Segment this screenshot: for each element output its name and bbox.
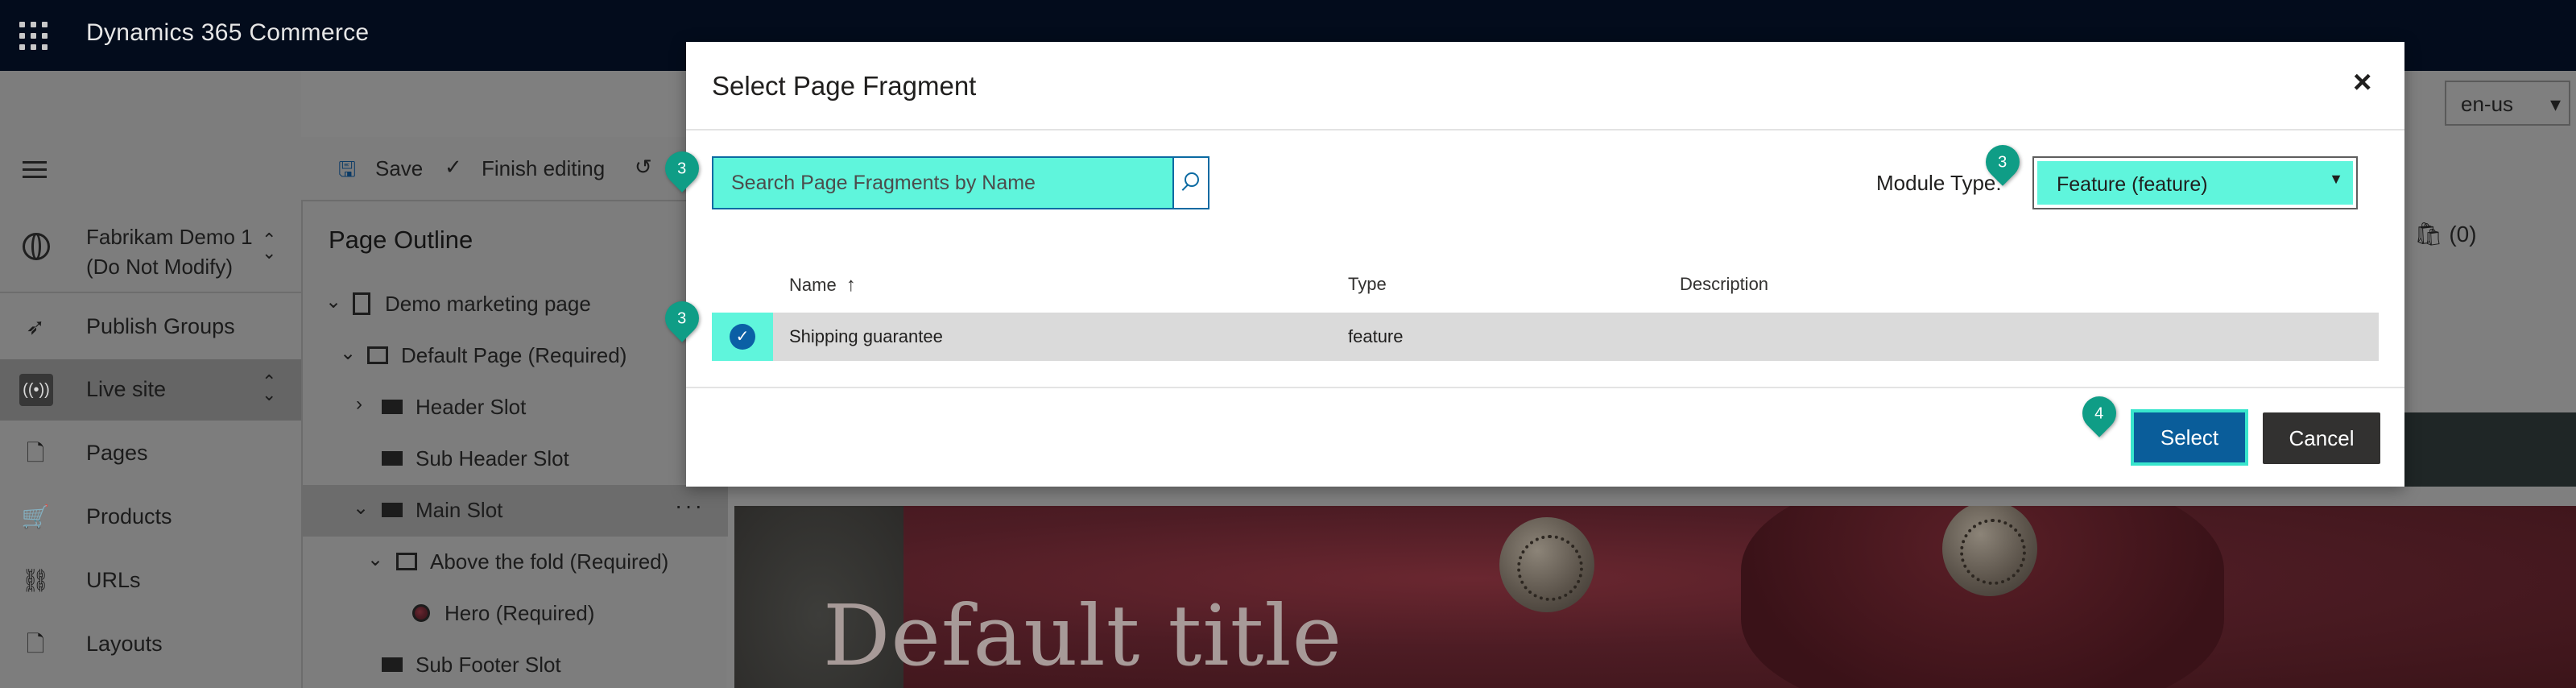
chevron-updown-icon: ⌃ ⌄ (262, 371, 277, 404)
locale-dropdown[interactable]: en-us ▾ (2445, 81, 2570, 126)
locale-value: en-us (2461, 92, 2514, 116)
checkmark-icon: ✓ (730, 324, 755, 350)
outline-title: Page Outline (329, 226, 473, 254)
cell-name: Shipping guarantee (789, 326, 943, 346)
slot-icon (382, 657, 403, 672)
nav-item-live-site[interactable]: ((•)) Live site ⌃ ⌄ (0, 359, 301, 421)
chevron-down-icon[interactable]: ⌄ (325, 290, 341, 313)
globe-icon (23, 233, 50, 260)
nav-label: Pages (86, 441, 148, 465)
link-icon: ⛓ (21, 568, 50, 593)
module-type-value: Feature (feature) (2057, 173, 2208, 196)
save-button[interactable]: Save (375, 156, 423, 181)
nav-divider (0, 292, 301, 293)
column-header-description[interactable]: Description (1680, 274, 1768, 295)
select-page-fragment-dialog: Select Page Fragment × Module Type: Feat… (686, 42, 2404, 487)
nav-label: Live site (86, 377, 167, 401)
tree-row[interactable]: ⌄ Above the fold (Required) (303, 537, 728, 588)
app-title: Dynamics 365 Commerce (86, 19, 370, 46)
nav-label: URLs (86, 568, 141, 592)
broadcast-icon: ((•)) (19, 374, 53, 406)
site-selector[interactable]: Fabrikam Demo 1 (Do Not Modify) ⌃ ⌄ (0, 211, 301, 290)
nav-item-layouts[interactable]: 🗋 Layouts (0, 614, 301, 675)
layout-icon: 🗋 (26, 632, 45, 657)
module-type-label: Module Type: (1876, 171, 2002, 195)
container-icon (396, 553, 417, 570)
module-icon (412, 604, 430, 622)
tree-row[interactable]: ⌄ Demo marketing page (303, 279, 728, 330)
tree-row[interactable]: › Header Slot (303, 382, 728, 433)
editor-toolbar: 🖫 Save ✓ Finish editing ↺ (301, 137, 726, 201)
tree-row[interactable]: ⌄ Default Page (Required) (303, 330, 728, 382)
dialog-title: Select Page Fragment (712, 71, 977, 101)
chevron-updown-icon: ⌃ ⌄ (262, 230, 277, 263)
chevron-down-icon[interactable]: ⌄ (367, 548, 383, 571)
chevron-down-icon[interactable]: ⌄ (353, 496, 369, 520)
search-input[interactable] (713, 158, 1172, 208)
more-options-icon[interactable]: ··· (675, 493, 705, 519)
finish-editing-button[interactable]: Finish editing (482, 156, 605, 181)
app-launcher-icon[interactable] (19, 22, 48, 51)
cart-indicator[interactable]: 🛍 (0) (2414, 221, 2477, 247)
save-icon: 🖫 (338, 157, 357, 181)
tree-row[interactable]: Sub Header Slot (303, 433, 728, 485)
chevron-down-icon: ▾ (2549, 92, 2561, 116)
nav-item-urls[interactable]: ⛓ URLs (0, 550, 301, 611)
nav-label: Products (86, 504, 172, 528)
hamburger-icon[interactable] (23, 161, 47, 183)
chevron-down-icon[interactable]: ⌄ (340, 342, 356, 365)
undo-icon[interactable]: ↺ (635, 155, 652, 180)
banner-strip (2404, 412, 2576, 487)
module-type-select[interactable]: Feature (feature) ▼ (2032, 156, 2358, 209)
page-icon (353, 292, 370, 315)
tree-row-selected[interactable]: ⌄ Main Slot ··· (303, 485, 728, 537)
close-icon[interactable]: × (2353, 66, 2371, 98)
nav-item-publish-groups[interactable]: ➶ Publish Groups (0, 296, 301, 358)
table-row[interactable]: ✓ Shipping guarantee feature (712, 313, 2379, 361)
search-box (712, 156, 1209, 209)
row-checkbox-cell[interactable]: ✓ (712, 313, 773, 361)
cart-icon: 🛒 (21, 504, 50, 529)
check-icon: ✓ (444, 155, 462, 179)
coat-button (1499, 517, 1594, 612)
bag-icon: 🛍 (2414, 222, 2443, 247)
dialog-header: Select Page Fragment × (686, 42, 2404, 131)
search-button[interactable] (1172, 158, 1208, 208)
column-header-type[interactable]: Type (1348, 274, 1387, 295)
nav-item-products[interactable]: 🛒 Products (0, 487, 301, 548)
page-outline-panel: Page Outline ⌄ Demo marketing page ⌄ Def… (301, 137, 728, 688)
nav-label: Publish Groups (86, 314, 235, 338)
dialog-footer-divider (686, 387, 2404, 388)
rocket-icon: ➶ (26, 314, 45, 339)
cell-type: feature (1348, 326, 1404, 346)
tree-row[interactable]: Hero (Required) (303, 588, 728, 640)
cancel-button[interactable]: Cancel (2263, 412, 2380, 464)
slot-icon (382, 451, 403, 466)
cart-count: (0) (2449, 222, 2477, 247)
select-button[interactable]: Select (2131, 409, 2248, 466)
tree-row[interactable]: Sub Footer Slot (303, 640, 728, 688)
nav-item-pages[interactable]: 🗋 Pages (0, 423, 301, 484)
slot-icon (382, 503, 403, 517)
chevron-right-icon[interactable]: › (356, 393, 362, 416)
slot-icon (382, 400, 403, 414)
site-name: Fabrikam Demo 1 (Do Not Modify) (86, 225, 253, 279)
sort-ascending-icon: ↑ (846, 274, 856, 296)
hero-title: Default title (823, 586, 1343, 685)
column-header-name[interactable]: Name ↑ (789, 274, 856, 296)
nav-label: Layouts (86, 632, 163, 656)
page-icon: 🗋 (26, 441, 45, 466)
container-icon (367, 346, 388, 364)
caret-down-icon: ▼ (2329, 171, 2343, 187)
